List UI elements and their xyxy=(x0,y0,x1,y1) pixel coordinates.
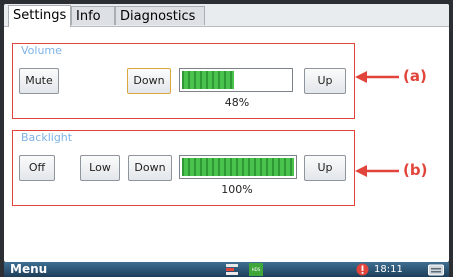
hds-status-icon[interactable]: HDS xyxy=(249,263,263,276)
callout-a-arrow-icon xyxy=(355,71,399,83)
volume-level-fill xyxy=(182,71,234,89)
tab-diagnostics[interactable]: Diagnostics xyxy=(115,6,205,25)
backlight-group-title: Backlight xyxy=(19,131,75,144)
volume-down-button[interactable]: Down xyxy=(127,68,171,94)
callout-b-label: (b) xyxy=(403,161,428,179)
backlight-up-button[interactable]: Up xyxy=(304,155,346,181)
network-icon[interactable] xyxy=(226,264,238,275)
backlight-down-button[interactable]: Down xyxy=(128,155,172,181)
volume-level-bar xyxy=(179,68,293,92)
volume-up-button[interactable]: Up xyxy=(304,68,346,94)
volume-group: Volume Mute Down Up 48% xyxy=(12,43,355,119)
backlight-off-button[interactable]: Off xyxy=(19,155,55,181)
backlight-low-button[interactable]: Low xyxy=(80,155,120,181)
tab-settings[interactable]: Settings xyxy=(8,5,71,27)
device-screen: Settings Info Diagnostics Volume Mute Do… xyxy=(4,4,449,262)
backlight-group: Backlight Off Low Down Up 100% xyxy=(12,130,355,206)
mute-button[interactable]: Mute xyxy=(19,68,59,94)
backlight-level-fill xyxy=(182,158,294,176)
tab-bar: Settings Info Diagnostics xyxy=(4,4,449,27)
keyboard-icon[interactable] xyxy=(428,263,444,276)
callout-b-arrow-icon xyxy=(355,165,399,177)
taskbar: Menu HDS 18:11 xyxy=(4,262,449,277)
alert-icon[interactable] xyxy=(356,263,369,276)
clock-time: 18:11 xyxy=(374,264,403,275)
tab-info[interactable]: Info xyxy=(71,6,115,25)
backlight-level-text: 100% xyxy=(221,183,253,196)
menu-button[interactable]: Menu xyxy=(10,262,47,277)
volume-level-text: 48% xyxy=(224,96,250,109)
volume-group-title: Volume xyxy=(19,44,64,57)
backlight-level-bar xyxy=(179,155,297,179)
callout-a-label: (a) xyxy=(403,67,427,85)
